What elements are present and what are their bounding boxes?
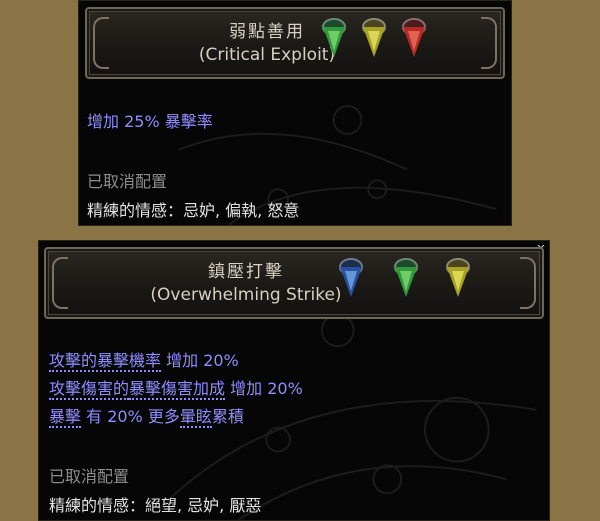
- header-ornament-right: [520, 257, 536, 309]
- status-text: 已取消配置: [87, 172, 168, 191]
- header-ornament-left: [93, 17, 109, 69]
- stat-line-crit-chance: 攻擊的暴擊機率 增加 20%: [49, 347, 239, 372]
- refined-emotions-label: 精練的情感：忌妒, 偏執, 怒意: [87, 201, 300, 220]
- stat-value: 增加 20%: [230, 379, 303, 398]
- green-gem-icon: [394, 258, 418, 297]
- tooltip-header: 鎮壓打擊 (Overwhelming Strike): [44, 247, 544, 319]
- keyword-attack-damage[interactable]: 攻擊傷害的: [49, 379, 130, 400]
- stat-line-crit-damage: 攻擊傷害的暴擊傷害加成 增加 20%: [49, 375, 303, 400]
- keyword-attack-crit-chance[interactable]: 攻擊的暴擊機率: [49, 351, 162, 372]
- keyword-crit-damage-bonus[interactable]: 暴擊傷害加成: [129, 379, 226, 400]
- stat-mid: 有 20% 更多: [86, 407, 180, 426]
- header-ornament-left: [52, 257, 68, 309]
- stat-value: 增加 20%: [166, 351, 239, 370]
- status-text: 已取消配置: [49, 467, 130, 486]
- header-ornament-right: [481, 17, 497, 69]
- keyword-stun[interactable]: 暈眩: [179, 407, 212, 428]
- tooltip-overwhelming-strike: ✕ 鎮壓打擊 (Overwhelming Strike) 攻擊的暴擊機率 增加 …: [38, 240, 550, 521]
- stat-line-stun: 暴擊 有 20% 更多暈眩累積: [49, 403, 244, 428]
- tooltip-critical-exploit: 弱點善用 (Critical Exploit) 增加 25% 暴擊率 已取消配置…: [78, 0, 512, 226]
- notable-title-zh: 鎮壓打擊: [208, 262, 284, 282]
- tooltip-header: 弱點善用 (Critical Exploit): [85, 7, 505, 79]
- yellow-gem-icon: [446, 258, 470, 297]
- blue-gem-icon: [339, 258, 363, 297]
- yellow-gem-icon: [362, 18, 386, 57]
- stat-rest: 累積: [211, 407, 244, 426]
- green-gem-icon: [322, 18, 346, 57]
- keyword-crit[interactable]: 暴擊: [49, 407, 82, 428]
- refined-emotions-label: 精練的情感：絕望, 忌妒, 厭惡: [49, 496, 262, 515]
- red-gem-icon: [402, 18, 426, 57]
- stat-line: 增加 25% 暴擊率: [87, 112, 213, 131]
